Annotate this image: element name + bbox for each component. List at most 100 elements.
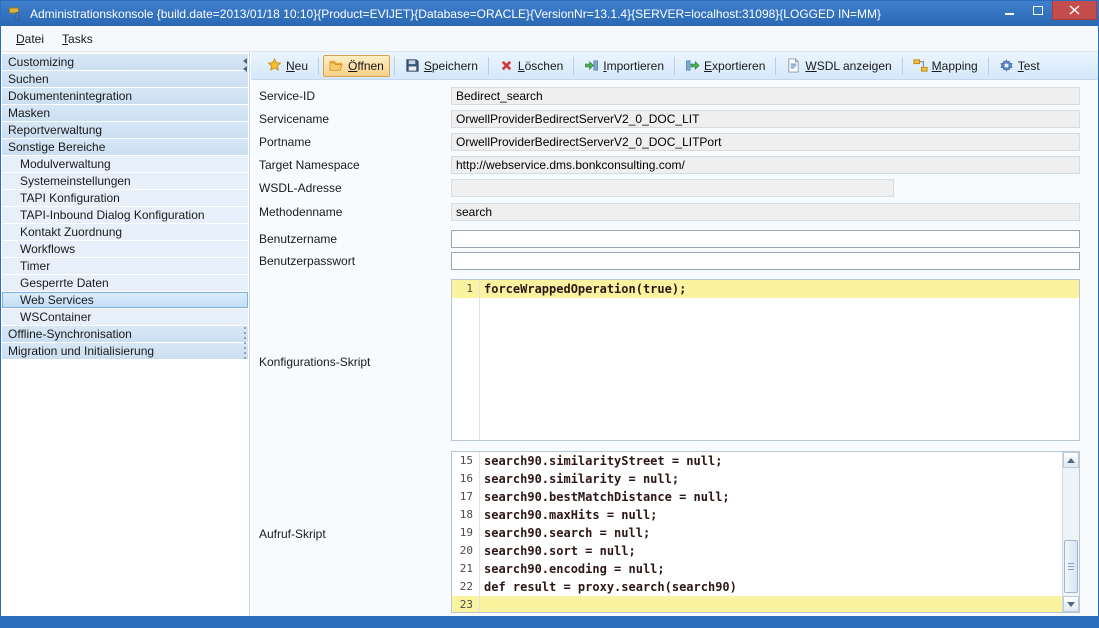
- sidebar-item-tapi-konfiguration[interactable]: TAPI Konfiguration: [2, 190, 248, 206]
- benutzername-label: Benutzername: [259, 230, 337, 248]
- toolbar-separator: [488, 57, 489, 75]
- toolbar-button-test[interactable]: Test: [993, 55, 1046, 77]
- toolbar-button-label: Exportieren: [704, 59, 765, 73]
- sidebar-collapse-handle[interactable]: [243, 56, 247, 74]
- code-text: [479, 596, 1079, 613]
- sidebar-item-gesperrte-daten[interactable]: Gesperrte Daten: [2, 275, 248, 291]
- code-text: search90.maxHits = null;: [479, 506, 1079, 524]
- scroll-up-button[interactable]: [1063, 452, 1079, 468]
- delete-icon: [499, 58, 514, 73]
- code-line: 16 search90.similarity = null;: [452, 470, 1079, 488]
- vertical-scrollbar[interactable]: [1062, 452, 1079, 612]
- web-service-form: Service-ID Servicename Portname Target N…: [251, 80, 1098, 616]
- service-id-field[interactable]: [451, 87, 1080, 105]
- code-text: search90.bestMatchDistance = null;: [479, 488, 1079, 506]
- gutter-divider: [479, 452, 480, 612]
- toolbar-button-label: Neu: [286, 59, 308, 73]
- toolbar-button-mapping[interactable]: Mapping: [907, 55, 984, 77]
- toolbar-button-importieren[interactable]: Importieren: [578, 55, 670, 77]
- test-gear-icon: [999, 58, 1014, 73]
- window-body: Customizing Suchen Dokumentenintegration…: [1, 52, 1098, 616]
- line-number: 1: [452, 280, 479, 298]
- servicename-field[interactable]: [451, 110, 1080, 128]
- close-button[interactable]: [1052, 1, 1097, 20]
- toolbar: Neu Öffnen Speichern Löschen Importieren: [251, 52, 1098, 80]
- code-line: 22 def result = proxy.search(search90): [452, 578, 1079, 596]
- maximize-button[interactable]: [1024, 1, 1052, 20]
- sidebar-item-kontakt-zuordnung[interactable]: Kontakt Zuordnung: [2, 224, 248, 240]
- sidebar-item-reportverwaltung[interactable]: Reportverwaltung: [2, 122, 248, 138]
- konfig-skript-editor[interactable]: 1 forceWrappedOperation(true);: [451, 279, 1080, 441]
- toolbar-button-label: Löschen: [518, 59, 563, 73]
- code-text: search90.search = null;: [479, 524, 1079, 542]
- sidebar-item-customizing[interactable]: Customizing: [2, 54, 248, 70]
- toolbar-button-loeschen[interactable]: Löschen: [493, 55, 569, 77]
- aufruf-skript-label: Aufruf-Skript: [259, 525, 326, 543]
- export-icon: [685, 58, 700, 73]
- line-number: 21: [452, 560, 479, 578]
- code-text: def result = proxy.search(search90): [479, 578, 1079, 596]
- wsdl-adresse-field: [451, 179, 894, 197]
- line-number: 22: [452, 578, 479, 596]
- toolbar-separator: [674, 57, 675, 75]
- target-namespace-field[interactable]: [451, 156, 1080, 174]
- benutzerpasswort-field[interactable]: [451, 252, 1080, 270]
- portname-field[interactable]: [451, 133, 1080, 151]
- save-icon: [405, 58, 420, 73]
- sidebar-item-offline-synchronisation[interactable]: Offline-Synchronisation: [2, 326, 248, 342]
- sidebar-item-web-services[interactable]: Web Services: [2, 292, 248, 308]
- sidebar-item-tapi-inbound-dialog-konfiguration[interactable]: TAPI-Inbound Dialog Konfiguration: [2, 207, 248, 223]
- sidebar-item-modulverwaltung[interactable]: Modulverwaltung: [2, 156, 248, 172]
- toolbar-button-neu[interactable]: Neu: [261, 55, 314, 77]
- code-line: 1 forceWrappedOperation(true);: [452, 280, 1079, 298]
- line-number: 17: [452, 488, 479, 506]
- toolbar-button-oeffnen[interactable]: Öffnen: [323, 55, 390, 77]
- statusbar: [1, 616, 1098, 627]
- splitter-grip[interactable]: [243, 324, 247, 362]
- sidebar-item-dokumentenintegration[interactable]: Dokumentenintegration: [2, 88, 248, 104]
- sidebar-item-masken[interactable]: Masken: [2, 105, 248, 121]
- portname-label: Portname: [259, 133, 311, 151]
- menubar: Datei Tasks: [1, 26, 1098, 52]
- toolbar-separator: [775, 57, 776, 75]
- methodenname-label: Methodenname: [259, 203, 342, 221]
- collapse-arrow-icon: [243, 66, 247, 72]
- toolbar-button-label: Öffnen: [348, 59, 384, 73]
- code-line: 20 search90.sort = null;: [452, 542, 1079, 560]
- toolbar-separator: [988, 57, 989, 75]
- benutzername-field[interactable]: [451, 230, 1080, 248]
- toolbar-button-label: Speichern: [424, 59, 478, 73]
- mapping-icon: [913, 58, 928, 73]
- line-number: 15: [452, 452, 479, 470]
- code-text: search90.similarity = null;: [479, 470, 1079, 488]
- wsdl-adresse-label: WSDL-Adresse: [259, 179, 342, 197]
- scrollbar-thumb[interactable]: [1064, 540, 1078, 593]
- sidebar-item-sonstige-bereiche[interactable]: Sonstige Bereiche: [2, 139, 248, 155]
- toolbar-button-label: WSDL anzeigen: [805, 59, 891, 73]
- aufruf-skript-editor[interactable]: 15 search90.similarityStreet = null; 16 …: [451, 451, 1080, 613]
- line-number: 19: [452, 524, 479, 542]
- toolbar-button-wsdl-anzeigen[interactable]: WSDL anzeigen: [780, 55, 897, 77]
- code-text: search90.similarityStreet = null;: [479, 452, 1079, 470]
- code-line: 21 search90.encoding = null;: [452, 560, 1079, 578]
- scroll-down-button[interactable]: [1063, 596, 1079, 612]
- sidebar-item-wscontainer[interactable]: WSContainer: [2, 309, 248, 325]
- sidebar-item-systemeinstellungen[interactable]: Systemeinstellungen: [2, 173, 248, 189]
- sidebar-item-migration-und-initialisierung[interactable]: Migration und Initialisierung: [2, 343, 248, 359]
- code-text: search90.encoding = null;: [479, 560, 1079, 578]
- menu-tasks[interactable]: Tasks: [53, 29, 102, 49]
- methodenname-field[interactable]: [451, 203, 1080, 221]
- menu-datei[interactable]: Datei: [7, 29, 53, 49]
- target-namespace-label: Target Namespace: [259, 156, 360, 174]
- sidebar-item-suchen[interactable]: Suchen: [2, 71, 248, 87]
- minimize-button[interactable]: [996, 1, 1024, 20]
- app-icon: [8, 6, 24, 22]
- titlebar: Administrationskonsole {build.date=2013/…: [1, 1, 1098, 26]
- collapse-arrow-icon: [243, 58, 247, 64]
- sidebar-item-timer[interactable]: Timer: [2, 258, 248, 274]
- benutzerpasswort-label: Benutzerpasswort: [259, 252, 355, 270]
- toolbar-button-exportieren[interactable]: Exportieren: [679, 55, 771, 77]
- toolbar-button-speichern[interactable]: Speichern: [399, 55, 484, 77]
- line-number: 18: [452, 506, 479, 524]
- sidebar-item-workflows[interactable]: Workflows: [2, 241, 248, 257]
